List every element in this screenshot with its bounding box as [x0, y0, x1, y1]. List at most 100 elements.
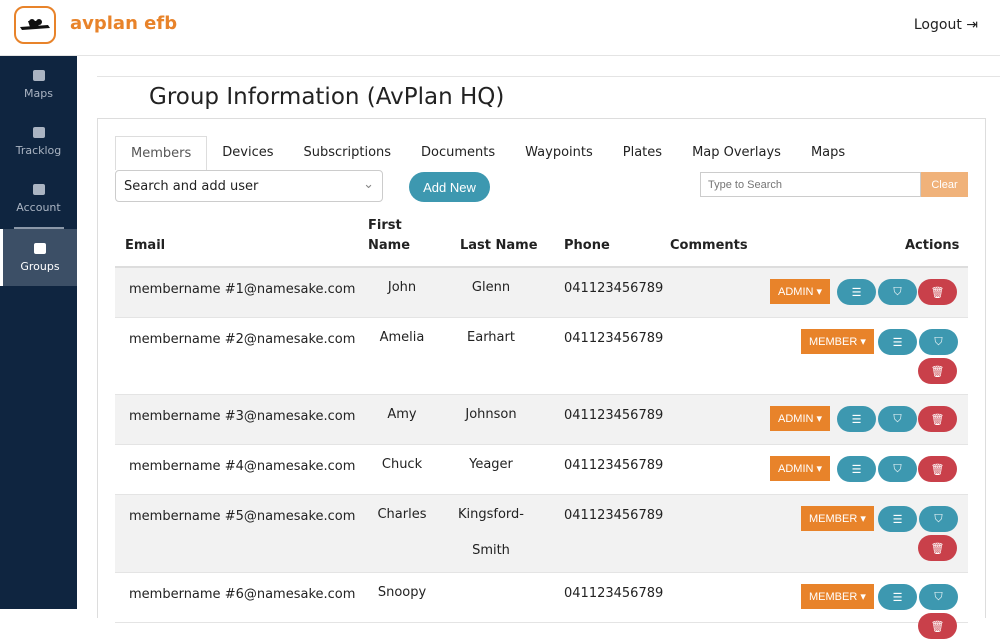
sidebar-item-groups[interactable]: Groups	[0, 229, 77, 286]
permissions-button[interactable]: ⛉	[878, 406, 917, 432]
email-cell: membername #2@namesake.com	[129, 332, 356, 347]
phone-cell: 041123456789	[564, 458, 664, 473]
sidebar-item-maps[interactable]: Maps	[0, 56, 77, 113]
sidebar-label: Maps	[24, 86, 53, 100]
role-label: ADMIN	[778, 462, 814, 475]
header-last-name[interactable]: Last Name	[460, 238, 538, 253]
permissions-button[interactable]: ⛉	[919, 329, 958, 355]
permissions-button[interactable]: ⛉	[919, 584, 958, 610]
header-first-name[interactable]: First Name	[368, 216, 428, 256]
trash-icon: 🗑	[930, 542, 945, 555]
first-name-cell: John	[387, 280, 417, 295]
role-label: ADMIN	[778, 412, 814, 425]
sidebar-label: Tracklog	[15, 143, 62, 157]
route-icon	[32, 126, 45, 138]
first-name-cell: Snoopy	[377, 585, 427, 600]
trash-icon: 🗑	[930, 365, 945, 378]
main-divider	[97, 76, 1000, 77]
add-new-button[interactable]: Add New	[409, 172, 490, 202]
user-card-icon: ☰	[892, 513, 903, 526]
last-name-cell: Yeager	[469, 457, 513, 472]
user-details-button[interactable]: ☰	[878, 506, 917, 532]
header-comments[interactable]: Comments	[670, 238, 748, 253]
user-details-button[interactable]: ☰	[837, 456, 876, 482]
tab-subscriptions[interactable]: Subscriptions	[288, 136, 406, 170]
role-dropdown[interactable]: ADMIN ▾	[770, 456, 831, 481]
role-dropdown[interactable]: ADMIN ▾	[770, 406, 831, 431]
last-name-cell: Glenn	[471, 280, 511, 295]
delete-button[interactable]: 🗑	[918, 358, 957, 384]
tab-map-overlays[interactable]: Map Overlays	[677, 136, 796, 170]
logout-icon: ⇥	[966, 17, 978, 33]
delete-button[interactable]: 🗑	[918, 406, 957, 432]
delete-button[interactable]: 🗑	[918, 456, 957, 482]
user-icon	[32, 183, 45, 195]
role-dropdown[interactable]: MEMBER ▾	[801, 506, 874, 531]
tab-members[interactable]: Members	[115, 136, 208, 170]
tab-plates[interactable]: Plates	[608, 136, 677, 170]
permissions-button[interactable]: ⛉	[919, 506, 958, 532]
role-dropdown[interactable]: MEMBER ▾	[801, 584, 874, 609]
sidebar-item-tracklog[interactable]: Tracklog	[0, 113, 77, 170]
last-name-cell: Earhart	[467, 330, 515, 345]
user-card-icon: ☰	[851, 286, 862, 299]
tab-devices[interactable]: Devices	[207, 136, 288, 170]
shield-icon: ⛉	[893, 285, 902, 298]
user-details-button[interactable]: ☰	[878, 329, 917, 355]
add-user-select[interactable]: Search and add user ⌄	[115, 170, 383, 202]
sidebar-label: Groups	[20, 259, 60, 273]
role-label: MEMBER	[809, 512, 858, 525]
user-details-button[interactable]: ☰	[837, 406, 876, 432]
role-label: MEMBER	[809, 590, 858, 603]
logout-button[interactable]: Logout ⇥	[914, 17, 978, 33]
tab-waypoints[interactable]: Waypoints	[510, 136, 608, 170]
first-name-cell: Chuck	[381, 457, 423, 472]
shield-icon: ⛉	[934, 512, 943, 525]
user-card-icon: ☰	[851, 413, 862, 426]
delete-button[interactable]: 🗑	[918, 279, 957, 305]
brand-name[interactable]: avplan efb	[70, 13, 177, 34]
trash-icon: 🗑	[930, 620, 945, 633]
select-value: Search and add user	[124, 179, 259, 194]
phone-cell: 041123456789	[564, 281, 664, 296]
user-details-button[interactable]: ☰	[878, 584, 917, 610]
shield-icon: ⛉	[934, 590, 943, 603]
header-actions: Actions	[905, 238, 960, 253]
tab-documents[interactable]: Documents	[406, 136, 510, 170]
chevron-down-icon: ⌄	[363, 177, 374, 192]
email-cell: membername #1@namesake.com	[129, 282, 356, 297]
delete-button[interactable]: 🗑	[918, 613, 957, 639]
shield-icon: ⛉	[934, 335, 943, 348]
first-name-cell: Amelia	[379, 330, 425, 345]
user-details-button[interactable]: ☰	[837, 279, 876, 305]
email-cell: membername #5@namesake.com	[129, 509, 356, 524]
delete-button[interactable]: 🗑	[918, 535, 957, 561]
phone-cell: 041123456789	[564, 331, 664, 346]
role-dropdown[interactable]: MEMBER ▾	[801, 329, 874, 354]
permissions-button[interactable]: ⛉	[878, 456, 917, 482]
role-dropdown[interactable]: ADMIN ▾	[770, 279, 831, 304]
email-cell: membername #3@namesake.com	[129, 409, 356, 424]
header-phone[interactable]: Phone	[564, 238, 610, 253]
header-email[interactable]: Email	[125, 238, 165, 253]
page-title: Group Information (AvPlan HQ)	[149, 84, 505, 110]
top-bar: avplan efb Logout ⇥	[0, 0, 1000, 56]
sidebar-item-account[interactable]: Account	[0, 170, 77, 227]
trash-icon: 🗑	[930, 286, 945, 299]
permissions-button[interactable]: ⛉	[878, 279, 917, 305]
trash-icon: 🗑	[930, 463, 945, 476]
search-input[interactable]	[700, 172, 921, 197]
logo-icon[interactable]	[14, 6, 56, 44]
shield-icon: ⛉	[893, 412, 902, 425]
map-icon	[32, 69, 45, 81]
email-cell: membername #6@namesake.com	[129, 587, 356, 602]
phone-cell: 041123456789	[564, 508, 664, 523]
users-icon	[34, 242, 46, 254]
last-name-cell: Kingsford-Smith	[458, 507, 524, 558]
logout-label: Logout	[913, 17, 962, 33]
sidebar-label: Account	[16, 200, 61, 214]
phone-cell: 041123456789	[564, 586, 664, 601]
user-card-icon: ☰	[892, 336, 903, 349]
tab-maps[interactable]: Maps	[796, 136, 860, 170]
clear-button[interactable]: Clear	[921, 172, 968, 197]
